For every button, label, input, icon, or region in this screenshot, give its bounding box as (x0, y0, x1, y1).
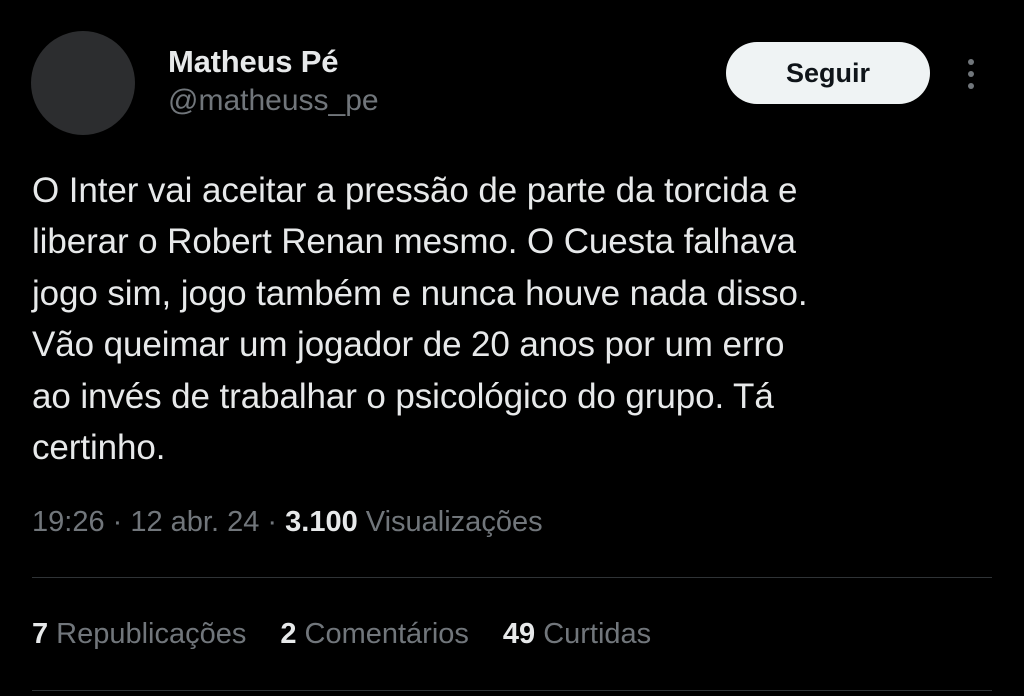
divider (32, 690, 992, 691)
likes-stat[interactable]: 49 Curtidas (503, 618, 651, 651)
views-count: 3.100 (285, 506, 358, 538)
views-label: Visualizações (365, 506, 543, 538)
tweet-time[interactable]: 19:26 (32, 506, 105, 538)
author-handle[interactable]: @matheuss_pe (168, 84, 379, 118)
tweet-meta: 19:26 · 12 abr. 24 · 3.100 Visualizações (32, 506, 543, 539)
reposts-label: Republicações (56, 618, 247, 650)
meta-separator: · (104, 506, 131, 538)
comments-label: Comentários (304, 618, 469, 650)
reposts-count: 7 (32, 618, 49, 650)
divider (32, 577, 992, 578)
reposts-stat[interactable]: 7 Republicações (32, 618, 246, 651)
likes-count: 49 (502, 618, 536, 650)
meta-separator: · (259, 506, 286, 538)
more-vertical-icon (968, 59, 974, 89)
likes-label: Curtidas (543, 618, 652, 650)
tweet-date[interactable]: 12 abr. 24 (130, 506, 259, 538)
tweet-text: O Inter vai aceitar a pressão de parte d… (32, 171, 808, 468)
avatar[interactable] (31, 31, 135, 135)
follow-button[interactable]: Seguir (726, 42, 930, 104)
author-name[interactable]: Matheus Pé (168, 44, 338, 80)
comments-stat[interactable]: 2 Comentários (280, 618, 469, 651)
more-options-button[interactable] (956, 56, 986, 92)
engagement-stats: 7 Republicações 2 Comentários 49 Curtidas (32, 618, 651, 651)
comments-count: 2 (280, 618, 297, 650)
